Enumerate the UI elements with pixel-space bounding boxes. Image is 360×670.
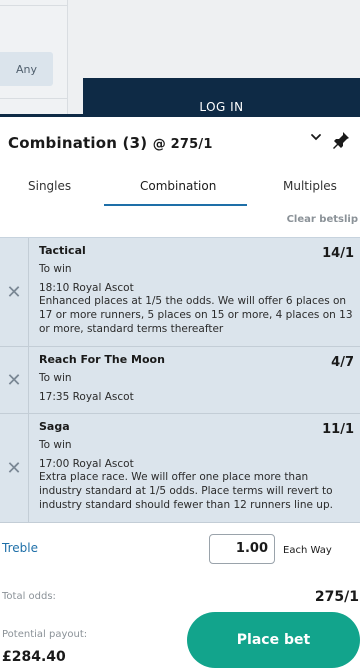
betslip-title: Combination (3) @ 275/1 <box>8 134 213 152</box>
total-odds-label: Total odds: <box>2 591 56 602</box>
selection-odds: 11/1 <box>322 422 354 437</box>
selection-note: Enhanced places at 1/5 the odds. We will… <box>39 295 353 335</box>
tab-singles[interactable]: Singles <box>28 179 71 193</box>
selection-details: Reach For The Moon 4/7 To win 17:35 Roya… <box>29 347 360 413</box>
potential-payout-value: £284.40 <box>2 649 66 665</box>
selection-market: To win <box>39 263 72 275</box>
selection-item: ✕ Saga 11/1 To win 17:00 Royal Ascot Ext… <box>0 414 360 523</box>
bet-type-label[interactable]: Treble <box>2 541 38 555</box>
betslip-tabs: Singles Combination Multiples <box>0 169 360 207</box>
selection-details: Tactical 14/1 To win 18:10 Royal Ascot E… <box>29 238 360 346</box>
divider <box>0 5 67 6</box>
selection-name: Tactical <box>39 244 86 257</box>
active-tab-indicator <box>104 204 247 206</box>
selection-odds: 4/7 <box>331 355 354 370</box>
selection-list: ✕ Tactical 14/1 To win 18:10 Royal Ascot… <box>0 237 360 523</box>
remove-selection-icon[interactable]: ✕ <box>0 238 29 346</box>
selection-note: Extra place race. We will offer one plac… <box>39 471 333 511</box>
divider <box>0 98 67 99</box>
stake-input[interactable]: 1.00 <box>209 534 275 564</box>
chevron-down-icon[interactable] <box>308 129 324 145</box>
tab-multiples[interactable]: Multiples <box>283 179 337 193</box>
selection-odds: 14/1 <box>322 246 354 261</box>
selection-event: 17:35 Royal Ascot <box>39 391 134 403</box>
selection-event: 17:00 Royal Ascot <box>39 458 134 470</box>
selection-item: ✕ Reach For The Moon 4/7 To win 17:35 Ro… <box>0 347 360 414</box>
selection-market: To win <box>39 372 72 384</box>
total-odds-value: 275/1 <box>314 589 359 605</box>
pin-icon[interactable] <box>332 131 350 151</box>
betslip-title-odds: @ 275/1 <box>152 137 213 152</box>
remove-selection-icon[interactable]: ✕ <box>0 414 29 522</box>
selection-market: To win <box>39 439 72 451</box>
selection-item: ✕ Tactical 14/1 To win 18:10 Royal Ascot… <box>0 238 360 347</box>
potential-payout-label: Potential payout: <box>2 629 88 640</box>
selection-name: Saga <box>39 420 70 433</box>
remove-selection-icon[interactable]: ✕ <box>0 347 29 413</box>
selection-details: Saga 11/1 To win 17:00 Royal Ascot Extra… <box>29 414 360 522</box>
tab-combination[interactable]: Combination <box>140 179 216 193</box>
betslip-title-name: Combination (3) <box>8 134 148 152</box>
place-bet-button[interactable]: Place bet <box>187 612 360 668</box>
clear-betslip-link[interactable]: Clear betslip <box>287 214 358 225</box>
filter-any-button[interactable]: Any <box>0 52 53 86</box>
selection-name: Reach For The Moon <box>39 353 165 366</box>
betslip-header: Combination (3) @ 275/1 <box>0 117 360 169</box>
each-way-toggle[interactable]: Each Way <box>283 545 332 556</box>
login-button[interactable]: LOG IN <box>83 78 360 115</box>
selection-event: 18:10 Royal Ascot <box>39 282 134 294</box>
